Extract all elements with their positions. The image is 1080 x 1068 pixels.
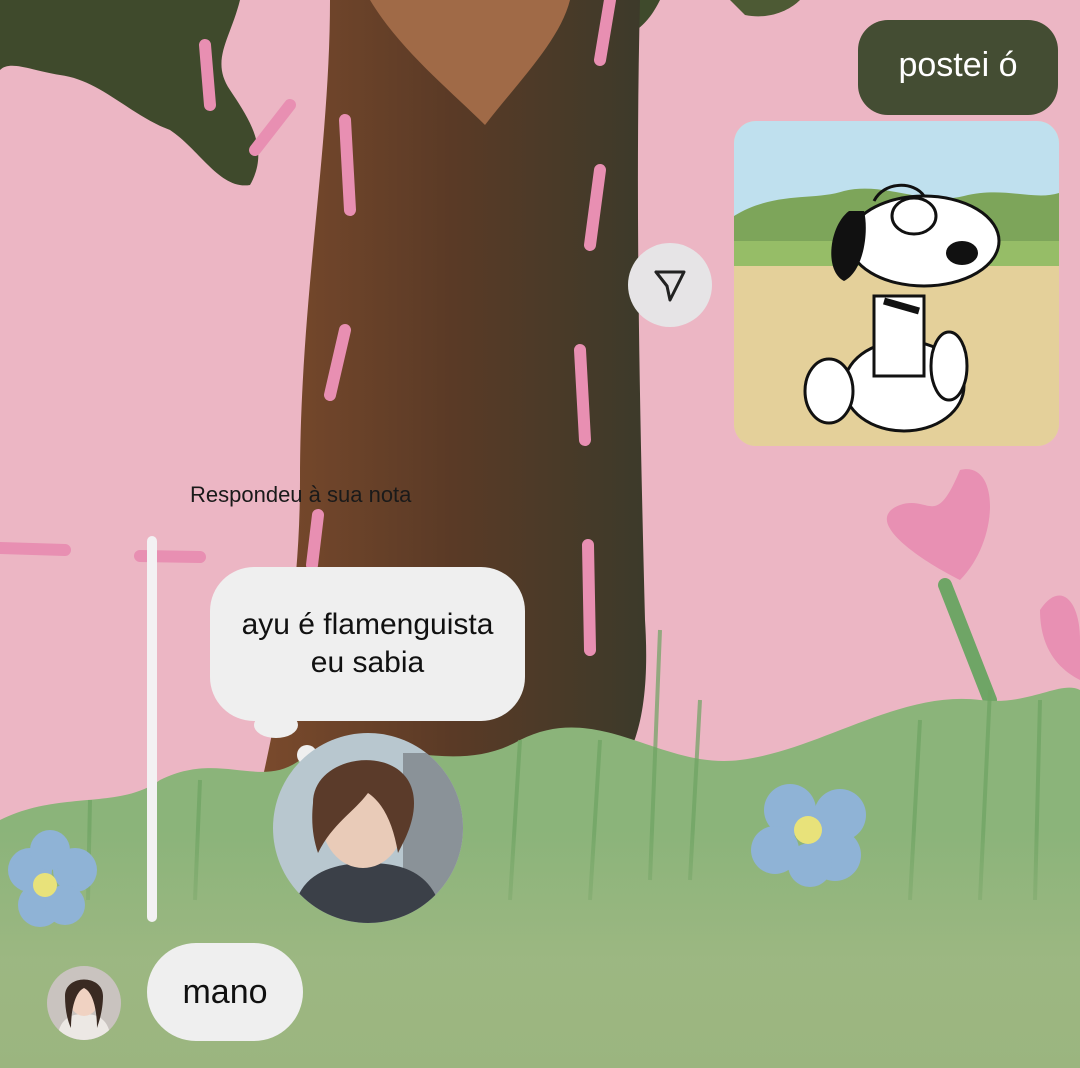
- outgoing-message-text: postei ó: [898, 46, 1018, 84]
- sender-avatar[interactable]: [47, 966, 121, 1040]
- snoopy-sticker[interactable]: [734, 121, 1059, 446]
- outgoing-message-bubble[interactable]: postei ó: [858, 20, 1058, 115]
- incoming-message-text: mano: [182, 972, 268, 1011]
- snoopy-sticker-image: [734, 121, 1059, 446]
- incoming-message-bubble[interactable]: mano: [147, 943, 303, 1041]
- share-button[interactable]: [628, 243, 712, 327]
- reply-caption: Respondeu à sua nota: [190, 482, 412, 507]
- note-text: ayu é flamenguista eu sabia: [241, 608, 494, 679]
- note-author-avatar[interactable]: [273, 733, 463, 923]
- send-icon: [654, 270, 686, 302]
- reply-indicator-line: [147, 536, 157, 922]
- avatar-photo: [47, 966, 121, 1040]
- avatar-photo: [273, 733, 463, 923]
- note-bubble[interactable]: ayu é flamenguista eu sabia: [210, 567, 525, 721]
- note-bubble-tail: [254, 712, 298, 738]
